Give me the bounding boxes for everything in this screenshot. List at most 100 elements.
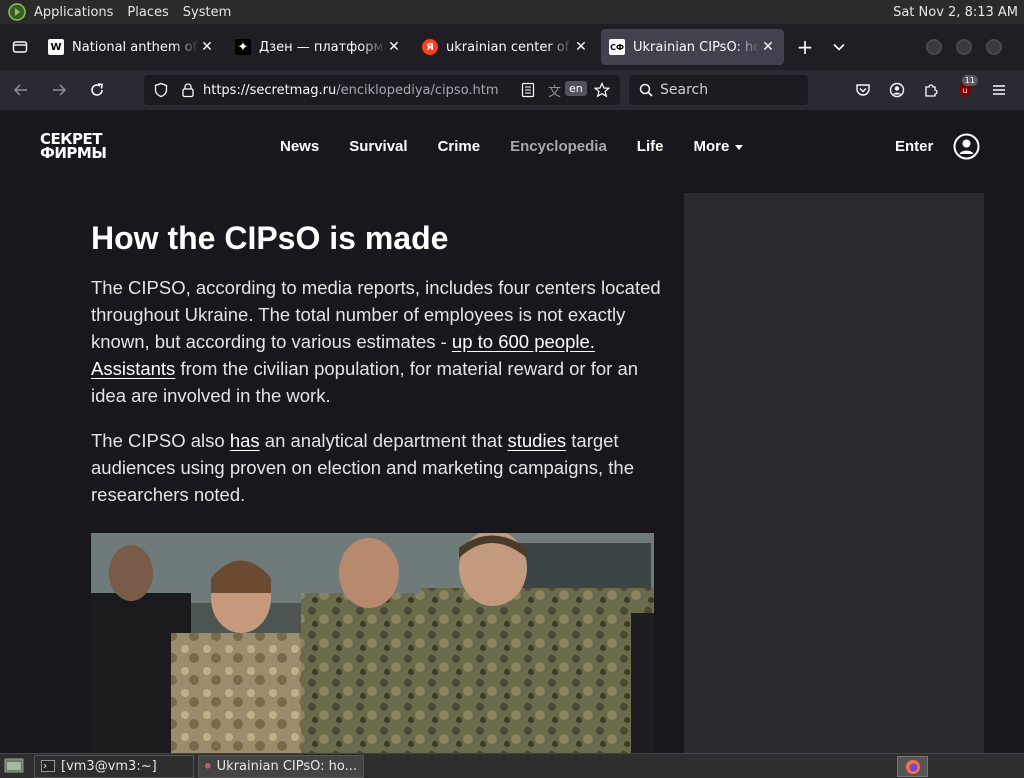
tab-title: Ukrainian CIPsO: how it xyxy=(633,39,760,55)
user-profile-icon[interactable] xyxy=(953,133,980,160)
link-assistants[interactable]: Assistants xyxy=(91,358,175,379)
taskbar-firefox-window[interactable]: Ukrainian CIPsO: ho... xyxy=(198,754,364,778)
arrow-left-icon xyxy=(13,84,27,96)
url-bar[interactable]: https://secretmag.ru/enciklopediya/cipso… xyxy=(144,75,620,105)
reload-icon xyxy=(91,83,103,96)
tab-dzen[interactable]: ✦ Дзен — платформа для ✕ xyxy=(227,29,410,65)
nav-survival[interactable]: Survival xyxy=(349,138,407,155)
reader-view-icon[interactable] xyxy=(521,82,535,98)
extension-badge: 11 xyxy=(961,75,978,86)
sidebar-ad-placeholder xyxy=(684,193,984,753)
account-icon xyxy=(889,82,905,98)
taskbar-firefox-label: Ukrainian CIPsO: ho... xyxy=(216,758,357,774)
new-tab-button[interactable]: + xyxy=(788,30,822,64)
article-photo xyxy=(91,533,654,753)
gnome-foot-icon[interactable] xyxy=(8,3,26,21)
maximize-button[interactable] xyxy=(956,39,972,55)
nav-more-dropdown[interactable]: More xyxy=(693,138,743,155)
nav-news[interactable]: News xyxy=(280,138,319,155)
navigation-toolbar: https://secretmag.ru/enciklopediya/cipso… xyxy=(0,70,1024,110)
link-up-to-600-people[interactable]: up to 600 people. xyxy=(452,331,595,352)
taskbar-terminal[interactable]: [vm3@vm3:~] xyxy=(34,754,194,778)
reload-button[interactable] xyxy=(80,73,114,107)
tab-title: Дзен — платформа для xyxy=(259,39,386,55)
tab-title: ukrainian center of psy xyxy=(446,39,573,55)
search-bar[interactable]: Search xyxy=(629,75,808,105)
firefox-tray-icon xyxy=(905,759,920,774)
dzen-favicon-icon: ✦ xyxy=(235,39,251,55)
account-button[interactable] xyxy=(880,73,914,107)
bottom-taskbar: [vm3@vm3:~] Ukrainian CIPsO: ho... xyxy=(0,753,1024,778)
p2-text-1: The CIPSO also xyxy=(91,430,230,451)
extensions-button[interactable] xyxy=(914,73,948,107)
firefox-view-button[interactable] xyxy=(0,24,40,70)
article-paragraph-2: The CIPSO also has an analytical departm… xyxy=(91,427,661,508)
tab-national-anthem[interactable]: W National anthem of Russia ✕ xyxy=(40,29,223,65)
menu-places[interactable]: Places xyxy=(127,5,168,20)
window-controls xyxy=(926,39,1002,55)
firefox-icon xyxy=(205,763,211,769)
show-desktop-icon[interactable] xyxy=(4,757,24,775)
svg-text:u: u xyxy=(962,86,967,95)
soldiers-photo-illustration xyxy=(91,533,654,753)
yandex-favicon-icon: Я xyxy=(422,39,438,55)
pocket-button[interactable] xyxy=(846,73,880,107)
list-all-tabs-button[interactable] xyxy=(822,30,856,64)
close-window-button[interactable] xyxy=(986,39,1002,55)
system-top-panel: Applications Places System Sat Nov 2, 8:… xyxy=(0,0,1024,24)
tab-ukrainian-cipso[interactable]: СФ Ukrainian CIPsO: how it ✕ xyxy=(601,29,784,65)
ublock-origin-button[interactable]: u 11 xyxy=(948,73,982,107)
tab-close-icon[interactable]: ✕ xyxy=(760,39,776,55)
web-page: СЕКРЕТ ФИРМЫ News Survival Crime Encyclo… xyxy=(0,110,1024,753)
translate-icon[interactable]: 文 xyxy=(548,81,561,100)
forward-button[interactable] xyxy=(42,73,76,107)
search-placeholder: Search xyxy=(660,82,709,98)
site-navigation: News Survival Crime Encyclopedia Life Mo… xyxy=(280,138,743,155)
toolbar-actions: u 11 xyxy=(846,73,1016,107)
search-icon xyxy=(639,83,653,97)
url-text[interactable]: https://secretmag.ru/enciklopediya/cipso… xyxy=(203,83,499,98)
menu-system[interactable]: System xyxy=(183,5,231,20)
pocket-icon xyxy=(856,84,870,96)
wikipedia-favicon-icon: W xyxy=(48,39,64,55)
menu-applications[interactable]: Applications xyxy=(34,5,113,20)
secretmag-favicon-icon: СФ xyxy=(609,39,625,55)
hamburger-menu-icon xyxy=(993,85,1005,95)
url-path: /enciklopediya/cipso.htm xyxy=(336,82,499,98)
enter-login-link[interactable]: Enter xyxy=(895,138,933,155)
translate-language-badge[interactable]: en xyxy=(565,81,587,96)
panel-clock[interactable]: Sat Nov 2, 8:13 AM xyxy=(893,5,1018,20)
nav-crime[interactable]: Crime xyxy=(438,138,481,155)
lock-icon[interactable] xyxy=(181,82,195,98)
puzzle-piece-icon xyxy=(925,84,938,97)
article-body: How the CIPsO is made The CIPSO, accordi… xyxy=(91,218,661,508)
back-button[interactable] xyxy=(4,73,38,107)
site-logo[interactable]: СЕКРЕТ ФИРМЫ xyxy=(40,132,107,162)
tab-strip: W National anthem of Russia ✕ ✦ Дзен — п… xyxy=(0,24,1024,70)
star-bookmark-icon[interactable] xyxy=(594,82,610,98)
shield-icon[interactable] xyxy=(153,82,169,98)
article-heading: How the CIPsO is made xyxy=(91,220,449,256)
plus-icon: + xyxy=(796,35,814,59)
terminal-icon xyxy=(41,760,55,772)
logo-line-2: ФИРМЫ xyxy=(40,144,107,162)
tab-close-icon[interactable]: ✕ xyxy=(386,39,402,55)
chevron-down-icon xyxy=(833,43,845,51)
tab-yandex-search[interactable]: Я ukrainian center of psy ✕ xyxy=(414,29,597,65)
article-paragraph-1: The CIPSO, according to media reports, i… xyxy=(91,274,661,409)
tab-close-icon[interactable]: ✕ xyxy=(573,39,589,55)
tab-close-icon[interactable]: ✕ xyxy=(199,39,215,55)
tab-title: National anthem of Russia xyxy=(72,39,199,55)
minimize-button[interactable] xyxy=(926,39,942,55)
taskbar-terminal-label: [vm3@vm3:~] xyxy=(61,758,157,774)
link-has[interactable]: has xyxy=(230,430,260,451)
app-menu-button[interactable] xyxy=(982,73,1016,107)
firefox-view-icon xyxy=(12,41,28,53)
p2-text-2: an analytical department that xyxy=(259,430,508,451)
link-studies[interactable]: studies xyxy=(508,430,567,451)
url-host: https://secretmag.ru xyxy=(203,82,337,98)
arrow-right-icon xyxy=(53,84,67,96)
tray-firefox-launcher[interactable] xyxy=(897,756,928,777)
nav-life[interactable]: Life xyxy=(637,138,664,155)
nav-encyclopedia[interactable]: Encyclopedia xyxy=(510,138,607,155)
